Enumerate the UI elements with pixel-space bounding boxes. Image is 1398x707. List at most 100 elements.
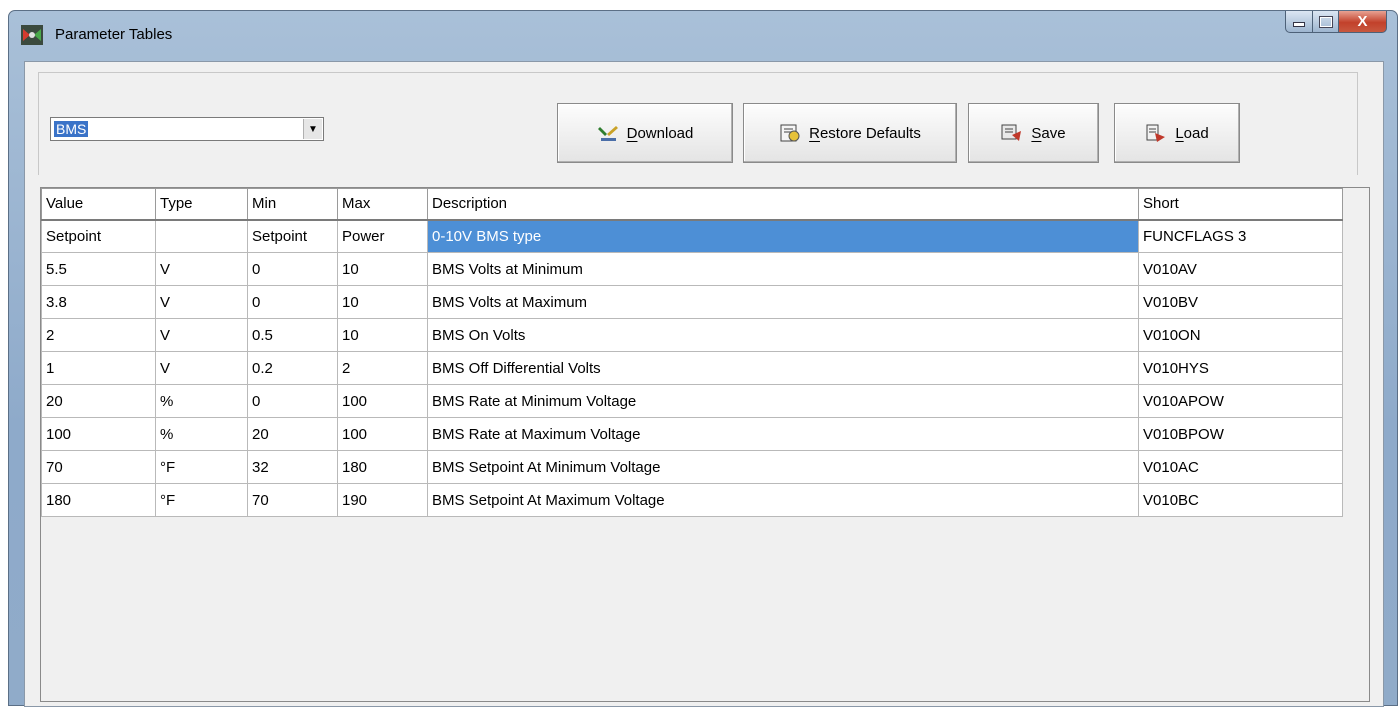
cell-description[interactable]: BMS Setpoint At Maximum Voltage xyxy=(427,483,1139,517)
cell-type[interactable]: % xyxy=(155,417,248,451)
load-button[interactable]: Load xyxy=(1114,103,1240,163)
cell-max[interactable]: 10 xyxy=(337,318,428,352)
cell-min[interactable]: 0 xyxy=(247,285,338,319)
cell-short[interactable]: FUNCFLAGS 3 xyxy=(1138,219,1343,253)
cell-value[interactable]: 1 xyxy=(41,351,156,385)
close-button[interactable]: X xyxy=(1339,11,1387,33)
table-row[interactable]: 20 % 0 100 BMS Rate at Minimum Voltage V… xyxy=(41,384,1343,418)
cell-short[interactable]: V010AC xyxy=(1138,450,1343,484)
cell-type[interactable]: % xyxy=(155,384,248,418)
table-select-value: BMS xyxy=(54,121,89,137)
cell-short[interactable]: V010HYS xyxy=(1138,351,1343,385)
cell-value[interactable]: 2 xyxy=(41,318,156,352)
table-row[interactable]: 2 V 0.5 10 BMS On Volts V010ON xyxy=(41,318,1343,352)
cell-description[interactable]: BMS Volts at Maximum xyxy=(427,285,1139,319)
cell-description[interactable]: BMS Off Differential Volts xyxy=(427,351,1139,385)
restore-label: estore Defaults xyxy=(819,124,921,142)
cell-type[interactable]: V xyxy=(155,252,248,286)
cell-type[interactable]: V xyxy=(155,285,248,319)
save-mnemonic: S xyxy=(1031,124,1042,142)
cell-type[interactable]: °F xyxy=(155,450,248,484)
close-icon: X xyxy=(1357,13,1368,30)
cell-max[interactable]: 190 xyxy=(337,483,428,517)
table-row[interactable]: 3.8 V 0 10 BMS Volts at Maximum V010BV xyxy=(41,285,1343,319)
cell-short[interactable]: V010AV xyxy=(1138,252,1343,286)
restore-mnemonic: R xyxy=(809,124,820,142)
save-icon xyxy=(1001,123,1023,143)
client-area: BMS ▼ Download Restore Defaults Save Loa… xyxy=(24,61,1384,707)
cell-value[interactable]: 5.5 xyxy=(41,252,156,286)
column-header-type[interactable]: Type xyxy=(155,188,248,221)
cell-short[interactable]: V010ON xyxy=(1138,318,1343,352)
table-select-dropdown[interactable]: BMS ▼ xyxy=(50,117,324,141)
cell-value[interactable]: 20 xyxy=(41,384,156,418)
table-row[interactable]: 5.5 V 0 10 BMS Volts at Minimum V010AV xyxy=(41,252,1343,286)
cell-min[interactable]: 32 xyxy=(247,450,338,484)
cell-value[interactable]: Setpoint xyxy=(41,219,156,253)
cell-short[interactable]: V010APOW xyxy=(1138,384,1343,418)
cell-type[interactable] xyxy=(155,219,248,253)
cell-max[interactable]: 10 xyxy=(337,285,428,319)
cell-min[interactable]: 0 xyxy=(247,252,338,286)
cell-short[interactable]: V010BV xyxy=(1138,285,1343,319)
cell-description[interactable]: BMS Volts at Minimum xyxy=(427,252,1139,286)
cell-type[interactable]: °F xyxy=(155,483,248,517)
table-row[interactable]: 180 °F 70 190 BMS Setpoint At Maximum Vo… xyxy=(41,483,1343,517)
cell-max[interactable]: 100 xyxy=(337,384,428,418)
cell-value[interactable]: 180 xyxy=(41,483,156,517)
table-row[interactable]: 1 V 0.2 2 BMS Off Differential Volts V01… xyxy=(41,351,1343,385)
cell-description[interactable]: BMS On Volts xyxy=(427,318,1139,352)
maximize-icon xyxy=(1318,15,1333,28)
cell-max[interactable]: 2 xyxy=(337,351,428,385)
cell-max[interactable]: 180 xyxy=(337,450,428,484)
header-row: Value Type Min Max Description Short xyxy=(41,188,1343,221)
save-label: ave xyxy=(1041,124,1066,142)
cell-min[interactable]: 0.5 xyxy=(247,318,338,352)
save-button[interactable]: Save xyxy=(968,103,1099,163)
cell-type[interactable]: V xyxy=(155,318,248,352)
cell-min[interactable]: Setpoint xyxy=(247,219,338,253)
table-row[interactable]: 100 % 20 100 BMS Rate at Maximum Voltage… xyxy=(41,417,1343,451)
cell-description[interactable]: BMS Rate at Maximum Voltage xyxy=(427,417,1139,451)
table-row[interactable]: Setpoint Setpoint Power 0-10V BMS type F… xyxy=(41,219,1343,253)
cell-value[interactable]: 70 xyxy=(41,450,156,484)
cell-max[interactable]: Power xyxy=(337,219,428,253)
minimize-icon xyxy=(1293,22,1305,27)
cell-value[interactable]: 3.8 xyxy=(41,285,156,319)
title-bar[interactable]: Parameter Tables X xyxy=(9,11,1397,61)
toolbar-group: BMS ▼ Download Restore Defaults Save Loa… xyxy=(38,72,1358,175)
column-header-value[interactable]: Value xyxy=(41,188,156,221)
cell-max[interactable]: 10 xyxy=(337,252,428,286)
column-header-min[interactable]: Min xyxy=(247,188,338,221)
cell-type[interactable]: V xyxy=(155,351,248,385)
load-mnemonic: L xyxy=(1175,124,1184,142)
chevron-down-icon[interactable]: ▼ xyxy=(303,119,322,139)
column-header-max[interactable]: Max xyxy=(337,188,428,221)
download-button[interactable]: Download xyxy=(557,103,733,163)
restore-icon xyxy=(779,123,801,143)
download-mnemonic: D xyxy=(626,124,638,142)
restore-defaults-button[interactable]: Restore Defaults xyxy=(743,103,957,163)
minimize-button[interactable] xyxy=(1285,11,1313,33)
table-row[interactable]: 70 °F 32 180 BMS Setpoint At Minimum Vol… xyxy=(41,450,1343,484)
cell-short[interactable]: V010BC xyxy=(1138,483,1343,517)
download-icon xyxy=(597,123,619,143)
cell-min[interactable]: 0.2 xyxy=(247,351,338,385)
column-header-short[interactable]: Short xyxy=(1138,188,1343,221)
cell-max[interactable]: 100 xyxy=(337,417,428,451)
load-icon xyxy=(1145,123,1167,143)
maximize-button[interactable] xyxy=(1313,11,1339,33)
cell-min[interactable]: 70 xyxy=(247,483,338,517)
parameter-grid[interactable]: Value Type Min Max Description Short Set… xyxy=(40,187,1370,702)
cell-min[interactable]: 0 xyxy=(247,384,338,418)
window-title: Parameter Tables xyxy=(55,26,173,43)
app-icon xyxy=(21,25,43,45)
column-header-description[interactable]: Description xyxy=(427,188,1139,221)
cell-short[interactable]: V010BPOW xyxy=(1138,417,1343,451)
download-label: ownload xyxy=(637,124,694,142)
cell-min[interactable]: 20 xyxy=(247,417,338,451)
cell-description[interactable]: BMS Setpoint At Minimum Voltage xyxy=(427,450,1139,484)
cell-description[interactable]: 0-10V BMS type xyxy=(427,219,1139,253)
cell-value[interactable]: 100 xyxy=(41,417,156,451)
cell-description[interactable]: BMS Rate at Minimum Voltage xyxy=(427,384,1139,418)
